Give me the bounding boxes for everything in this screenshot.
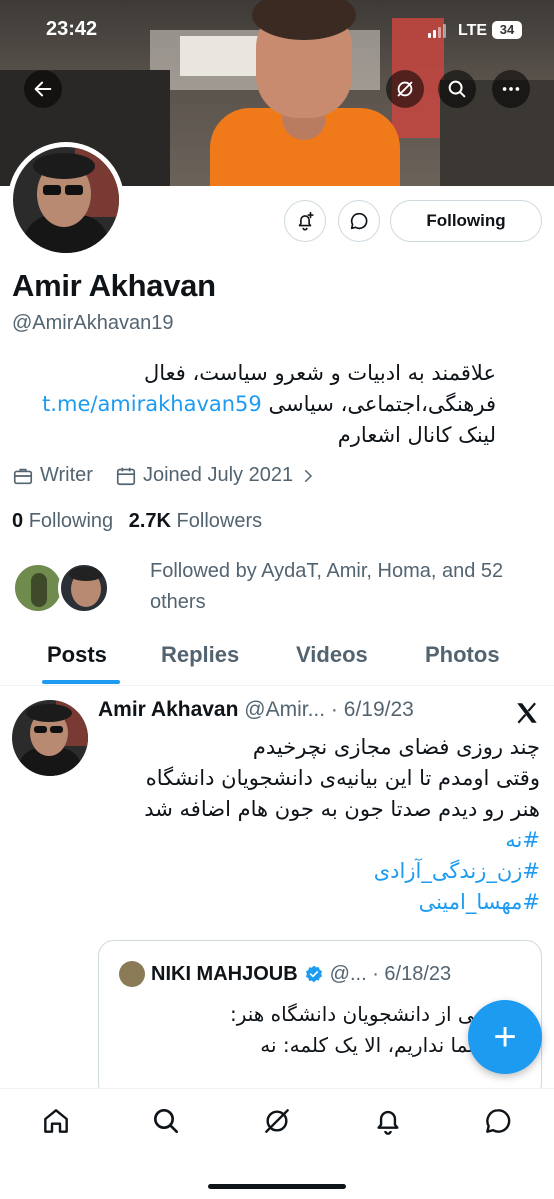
home-icon [44, 1109, 68, 1133]
more-button[interactable] [492, 70, 530, 108]
follower-avatar[interactable] [12, 562, 64, 614]
quote-header: NIKI MAHJOUB @... · 6/18/23 [119, 961, 451, 987]
quote-text: ه جمعی از دانشجویان دانشگاه هنر: ی با شم… [105, 999, 525, 1061]
profile-avatar[interactable] [8, 142, 124, 258]
tab-photos[interactable]: Photos [425, 642, 500, 668]
message-icon [486, 1109, 511, 1133]
active-tab-indicator [42, 680, 120, 684]
quote-line: ی با شما نداریم، الا یک کلمه: نه [260, 1033, 525, 1057]
followed-by-text[interactable]: Followed by AydaT, Amir, Homa, and 52 ot… [150, 556, 530, 618]
nav-search[interactable] [150, 1105, 182, 1137]
occupation: Writer [40, 464, 93, 486]
quote-avatar [119, 961, 145, 987]
plus-icon: + [493, 1015, 517, 1059]
followers-link[interactable]: 2.7K Followers [129, 510, 262, 532]
grok-button[interactable] [386, 70, 424, 108]
hashtag-link[interactable]: #نه [90, 825, 540, 856]
bio-link[interactable]: t.me/amirakhavan59 [42, 392, 262, 416]
status-time: 23:42 [46, 18, 98, 40]
profile-bio: علاقمند به ادبیات و شعرو سیاست، فعال فره… [6, 358, 496, 451]
profile-name: Amir Akhavan [12, 268, 216, 303]
calendar-icon [116, 467, 136, 485]
verified-badge-icon [305, 965, 322, 983]
briefcase-icon [13, 468, 33, 484]
battery-icon: 34 [492, 21, 522, 39]
hashtag-link[interactable]: #مهسا_امینی [90, 887, 540, 918]
message-icon [350, 212, 368, 230]
post-text: چند روزی فضای مجازی نچرخیدم وقتی اومدم ت… [90, 732, 540, 918]
x-logo-icon [517, 702, 537, 724]
nav-messages[interactable] [482, 1105, 514, 1137]
post-line: وقتی اومدم تا این بیانیه‌ی دانشجویان دان… [145, 766, 540, 790]
back-arrow-icon [34, 81, 52, 97]
quote-line: ه جمعی از دانشجویان دانشگاه هنر: [229, 1002, 525, 1026]
notification-add-icon [298, 211, 314, 231]
profile-handle: @AmirAkhavan19 [12, 312, 174, 334]
post-line: هنر رو دیدم صدتا جون به جون هام اضافه شد [144, 797, 540, 821]
tab-replies[interactable]: Replies [161, 642, 239, 668]
message-button[interactable] [338, 200, 380, 242]
following-link[interactable]: 0 Following [12, 510, 113, 532]
post-handle-date: @Amir... · 6/19/23 [244, 698, 414, 721]
quote-author: NIKI MAHJOUB [151, 962, 298, 985]
more-icon [502, 87, 520, 91]
notification-button[interactable] [284, 200, 326, 242]
bottom-navigation [0, 1088, 554, 1199]
home-indicator [208, 1184, 346, 1189]
search-button[interactable] [438, 70, 476, 108]
post-avatar[interactable] [12, 700, 88, 776]
follower-avatar[interactable] [58, 562, 110, 614]
joined-date: Joined July 2021 [142, 464, 294, 486]
bio-line: لینک کانال اشعارم [337, 423, 496, 447]
grok-icon [397, 81, 413, 97]
compose-button[interactable]: + [468, 1000, 542, 1074]
status-bar: 23:42 LTE 34 [0, 0, 554, 60]
chevron-right-icon[interactable] [299, 467, 317, 485]
network-label: LTE [458, 22, 488, 39]
search-icon [154, 1109, 178, 1133]
nav-home[interactable] [40, 1105, 72, 1137]
grok-icon [265, 1109, 289, 1133]
following-button[interactable]: Following [390, 200, 542, 242]
profile-meta: Writer Joined July 2021 [12, 464, 323, 487]
profile-tabs: Posts Replies Videos Photos [0, 632, 554, 686]
bio-line: علاقمند به ادبیات و شعرو سیاست، فعال [143, 361, 496, 385]
nav-grok[interactable] [261, 1105, 293, 1137]
post-author[interactable]: Amir Akhavan [98, 698, 238, 721]
search-icon [448, 80, 466, 98]
bio-line: فرهنگی،اجتماعی، سیاسی [268, 392, 496, 416]
bell-icon [377, 1110, 399, 1135]
post-line: چند روزی فضای مجازی نچرخیدم [252, 735, 540, 759]
profile-stats: 0 Following 2.7K Followers [12, 510, 262, 533]
signal-icon [428, 24, 448, 38]
nav-notifications[interactable] [372, 1105, 404, 1137]
back-button[interactable] [24, 70, 62, 108]
post-header: Amir Akhavan @Amir... · 6/19/23 [98, 698, 414, 722]
tab-posts[interactable]: Posts [47, 642, 107, 668]
tab-videos[interactable]: Videos [296, 642, 368, 668]
quote-handle-date: @... · 6/18/23 [329, 962, 452, 985]
hashtag-link[interactable]: #زن_زندگی_آزادی [90, 856, 540, 887]
